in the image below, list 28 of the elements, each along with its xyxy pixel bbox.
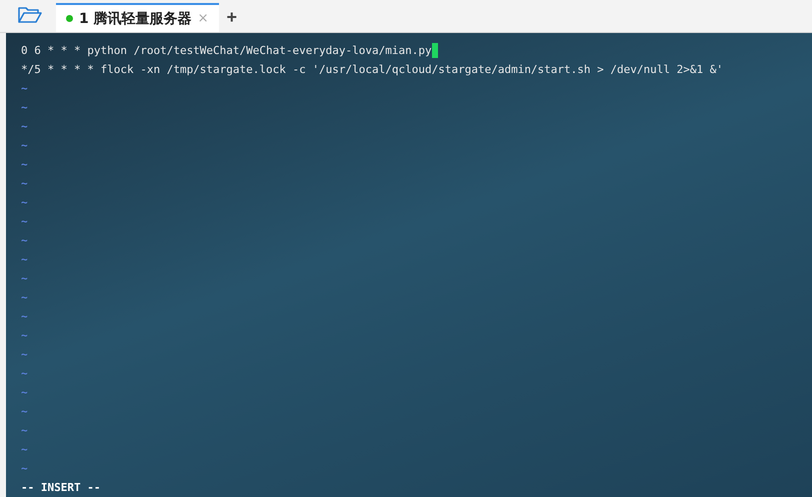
empty-line-marker: ~ xyxy=(21,176,28,192)
empty-line-marker: ~ xyxy=(21,442,28,458)
code-line: 0 6 * * * python /root/testWeChat/WeChat-everyday-lova/mian.py xyxy=(21,43,432,59)
empty-line-marker: ~ xyxy=(21,100,28,116)
empty-line-marker: ~ xyxy=(21,385,28,401)
empty-line-marker: ~ xyxy=(21,347,28,363)
empty-line-marker: ~ xyxy=(21,119,28,135)
empty-line-marker: ~ xyxy=(21,461,28,477)
empty-line-marker: ~ xyxy=(21,309,28,325)
empty-line-marker: ~ xyxy=(21,290,28,306)
empty-line-marker: ~ xyxy=(21,233,28,249)
mode-indicator: -- INSERT -- xyxy=(21,480,100,496)
terminal-tab[interactable]: 1 腾讯轻量服务器 × xyxy=(56,3,219,32)
new-tab-button[interactable]: + xyxy=(218,3,246,32)
empty-line-marker: ~ xyxy=(21,252,28,268)
empty-line-marker: ~ xyxy=(21,81,28,97)
empty-line-marker: ~ xyxy=(21,404,28,420)
empty-line-marker: ~ xyxy=(21,214,28,230)
empty-line-marker: ~ xyxy=(21,138,28,154)
folder-icon[interactable] xyxy=(18,6,42,24)
empty-line-marker: ~ xyxy=(21,366,28,382)
tab-title: 1 腾讯轻量服务器 xyxy=(79,10,192,28)
code-line: */5 * * * * flock -xn /tmp/stargate.lock -c '/usr/local/qcloud/stargate/admin/start.sh > /dev/null 2>&1 &' xyxy=(21,62,723,78)
empty-line-marker: ~ xyxy=(21,157,28,173)
empty-line-marker: ~ xyxy=(21,271,28,287)
empty-line-marker: ~ xyxy=(21,195,28,211)
empty-line-marker: ~ xyxy=(21,423,28,439)
empty-line-marker: ~ xyxy=(21,328,28,344)
